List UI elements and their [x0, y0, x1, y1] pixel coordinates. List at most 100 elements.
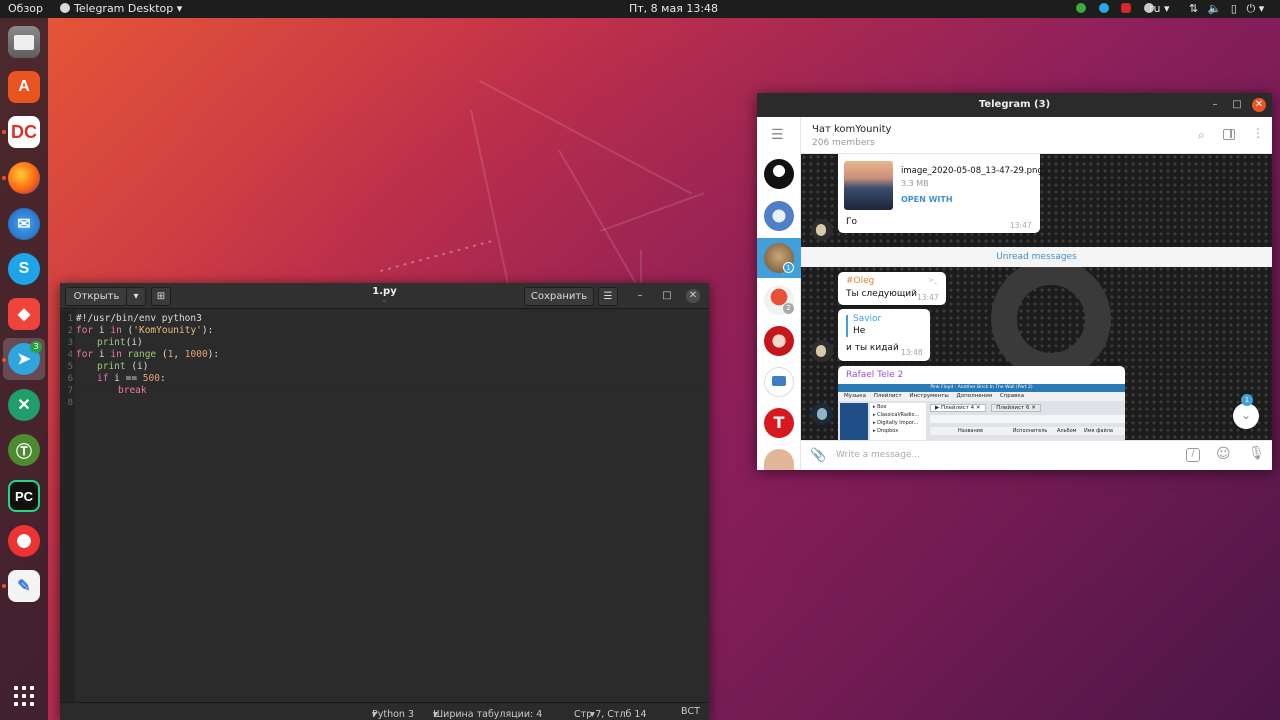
- microphone-icon: 🎙: [1248, 446, 1265, 461]
- minimize-icon: –: [1212, 99, 1218, 110]
- message-author[interactable]: Rafael Tele 2: [846, 370, 903, 380]
- file-thumbnail[interactable]: [844, 161, 893, 210]
- activities-button[interactable]: Обзор: [8, 0, 43, 18]
- voice-button[interactable]: 🎙: [1248, 446, 1265, 461]
- code-line: print (i): [97, 361, 149, 372]
- thunderbird-icon[interactable]: ✉: [8, 208, 40, 240]
- chat-avatar[interactable]: [764, 326, 794, 356]
- dock: A DC ✉ S ◆ ➤ 3 ✕ Ⓣ PC ✎: [0, 18, 48, 720]
- line-number: 1: [67, 314, 73, 324]
- hamburger-menu-button[interactable]: ☰: [771, 127, 784, 143]
- chat-avatar[interactable]: [764, 449, 794, 470]
- app-menu[interactable]: Telegram Desktop ▾: [60, 0, 182, 18]
- window-title: Telegram (3): [978, 99, 1051, 110]
- chat-header: Чат komYounity 206 members ⌕ ⋮: [801, 117, 1272, 154]
- top-bar: Обзор Telegram Desktop ▾ Пт, 8 мая 13:48…: [0, 0, 1280, 18]
- close-button[interactable]: ✕: [686, 289, 700, 303]
- minimize-button[interactable]: –: [1208, 98, 1222, 112]
- maximize-button[interactable]: □: [660, 289, 674, 303]
- check-icon[interactable]: [1076, 3, 1086, 13]
- system-menu[interactable]: ⇅ 🔈 ▯ ⏻ ▾: [1189, 0, 1264, 18]
- status-bar: Python 3 ▾ Ширина табуляции: 4 ▾ Стр 7, …: [60, 702, 709, 720]
- preview-toolbar: [930, 415, 1125, 423]
- columns-icon: [1230, 130, 1232, 138]
- files-icon[interactable]: [8, 26, 40, 58]
- menu-button[interactable]: ☰: [598, 287, 618, 306]
- tor-browser-icon[interactable]: Ⓣ: [8, 434, 40, 466]
- file-caption: Го: [846, 217, 857, 227]
- save-button[interactable]: Сохранить: [524, 287, 594, 306]
- remote-desktop-icon[interactable]: ✕: [8, 389, 40, 421]
- gedit-headerbar: Открыть ▾ ⊞ 1.py ~ Сохранить ☰ – □ ✕: [60, 283, 709, 309]
- message-area[interactable]: image_2020-05-08_13-47-29.png 3.3 MB OPE…: [801, 154, 1272, 440]
- code-line: print(i): [97, 337, 143, 348]
- emoji-button[interactable]: ☺: [1216, 446, 1231, 462]
- open-with-link[interactable]: OPEN WITH: [901, 195, 953, 204]
- line-number: 5: [67, 362, 73, 372]
- chat-avatar[interactable]: [764, 201, 794, 231]
- code-line: for i in ('KomYounity'):: [76, 325, 214, 336]
- line-number: 4: [67, 350, 73, 360]
- sidebar-toggle-button[interactable]: [1223, 129, 1235, 140]
- file-message[interactable]: image_2020-05-08_13-47-29.png 3.3 MB OPE…: [838, 154, 1043, 233]
- wallpaper-logo: [991, 259, 1111, 379]
- more-vertical-icon: ⋮: [1252, 126, 1264, 140]
- running-indicator: [2, 584, 6, 588]
- lifesaver-icon[interactable]: [8, 525, 40, 557]
- chat-avatar[interactable]: T: [764, 408, 794, 438]
- reply-text: Не: [853, 326, 866, 336]
- maximize-icon: □: [1232, 99, 1242, 110]
- member-count: 206 members: [812, 138, 875, 148]
- chat-avatar[interactable]: [764, 367, 794, 397]
- text-editor-icon[interactable]: ✎: [8, 570, 40, 602]
- user-avatar[interactable]: [811, 340, 833, 362]
- image-message[interactable]: Rafael Tele 2 Pink Floyd - Another Brick…: [838, 366, 1125, 440]
- clock[interactable]: Пт, 8 мая 13:48: [629, 0, 718, 18]
- user-avatar[interactable]: [811, 403, 833, 425]
- message-time: 13:47: [1010, 221, 1032, 230]
- code-line: #!/usr/bin/env python3: [76, 313, 202, 324]
- mega-tray-icon[interactable]: [1121, 3, 1131, 13]
- skype-icon[interactable]: S: [8, 253, 40, 285]
- preview-columns: Название Исполнитель Альбом Имя файла: [930, 427, 1125, 435]
- pycharm-icon[interactable]: PC: [8, 480, 40, 512]
- message-input[interactable]: Write a message...: [836, 450, 1166, 460]
- preview-titlebar: Pink Floyd - Another Brick In The Wall (…: [838, 384, 1125, 392]
- minimize-button[interactable]: –: [633, 289, 647, 303]
- hamburger-icon: ☰: [603, 291, 613, 302]
- insert-mode[interactable]: ВСТ: [681, 706, 700, 717]
- search-button[interactable]: ⌕: [1198, 128, 1205, 143]
- tray-indicators[interactable]: [1076, 0, 1154, 18]
- anydesk-icon[interactable]: ◆: [8, 298, 40, 330]
- skype-tray-icon[interactable]: [1098, 3, 1109, 13]
- hamburger-icon: ☰: [771, 127, 784, 143]
- running-indicator: [2, 176, 6, 180]
- firefox-icon[interactable]: [8, 162, 40, 194]
- bot-commands-button[interactable]: /: [1186, 448, 1200, 462]
- code-editor[interactable]: #!/usr/bin/env python3 for i in ('KomYou…: [75, 310, 709, 702]
- show-applications-icon[interactable]: [8, 680, 40, 712]
- attach-button[interactable]: 📎: [810, 448, 826, 463]
- scroll-down-button[interactable]: ⌄: [1233, 403, 1259, 429]
- more-button[interactable]: ⋮: [1252, 126, 1264, 140]
- language-selector[interactable]: ru ▾: [1149, 0, 1170, 18]
- screenshot-preview[interactable]: Pink Floyd - Another Brick In The Wall (…: [838, 384, 1125, 440]
- user-avatar[interactable]: [811, 219, 833, 241]
- dcpp-icon[interactable]: DC: [8, 116, 40, 148]
- ubuntu-software-icon[interactable]: A: [8, 71, 40, 103]
- reply-author[interactable]: Savior: [853, 314, 881, 324]
- close-button[interactable]: ✕: [1252, 98, 1266, 112]
- message-bubble[interactable]: #Oleg >_ Ты следующий 13:47: [838, 272, 946, 305]
- maximize-button[interactable]: □: [1230, 98, 1244, 112]
- line-number-gutter: 1 2 3 4 5 6 7 8: [60, 310, 75, 702]
- chevron-down-icon: ▾: [372, 709, 377, 720]
- line-number: 8: [67, 398, 73, 408]
- maximize-icon: □: [662, 290, 672, 301]
- line-number: 7: [67, 386, 73, 396]
- chat-title[interactable]: Чат komYounity: [812, 124, 891, 135]
- chevron-down-icon: ▾: [1258, 2, 1265, 15]
- message-author[interactable]: #Oleg: [846, 276, 874, 286]
- message-bubble[interactable]: Savior Не и ты кидай 13:48: [838, 309, 930, 361]
- minimize-icon: –: [637, 290, 643, 301]
- chat-avatar[interactable]: [764, 159, 794, 189]
